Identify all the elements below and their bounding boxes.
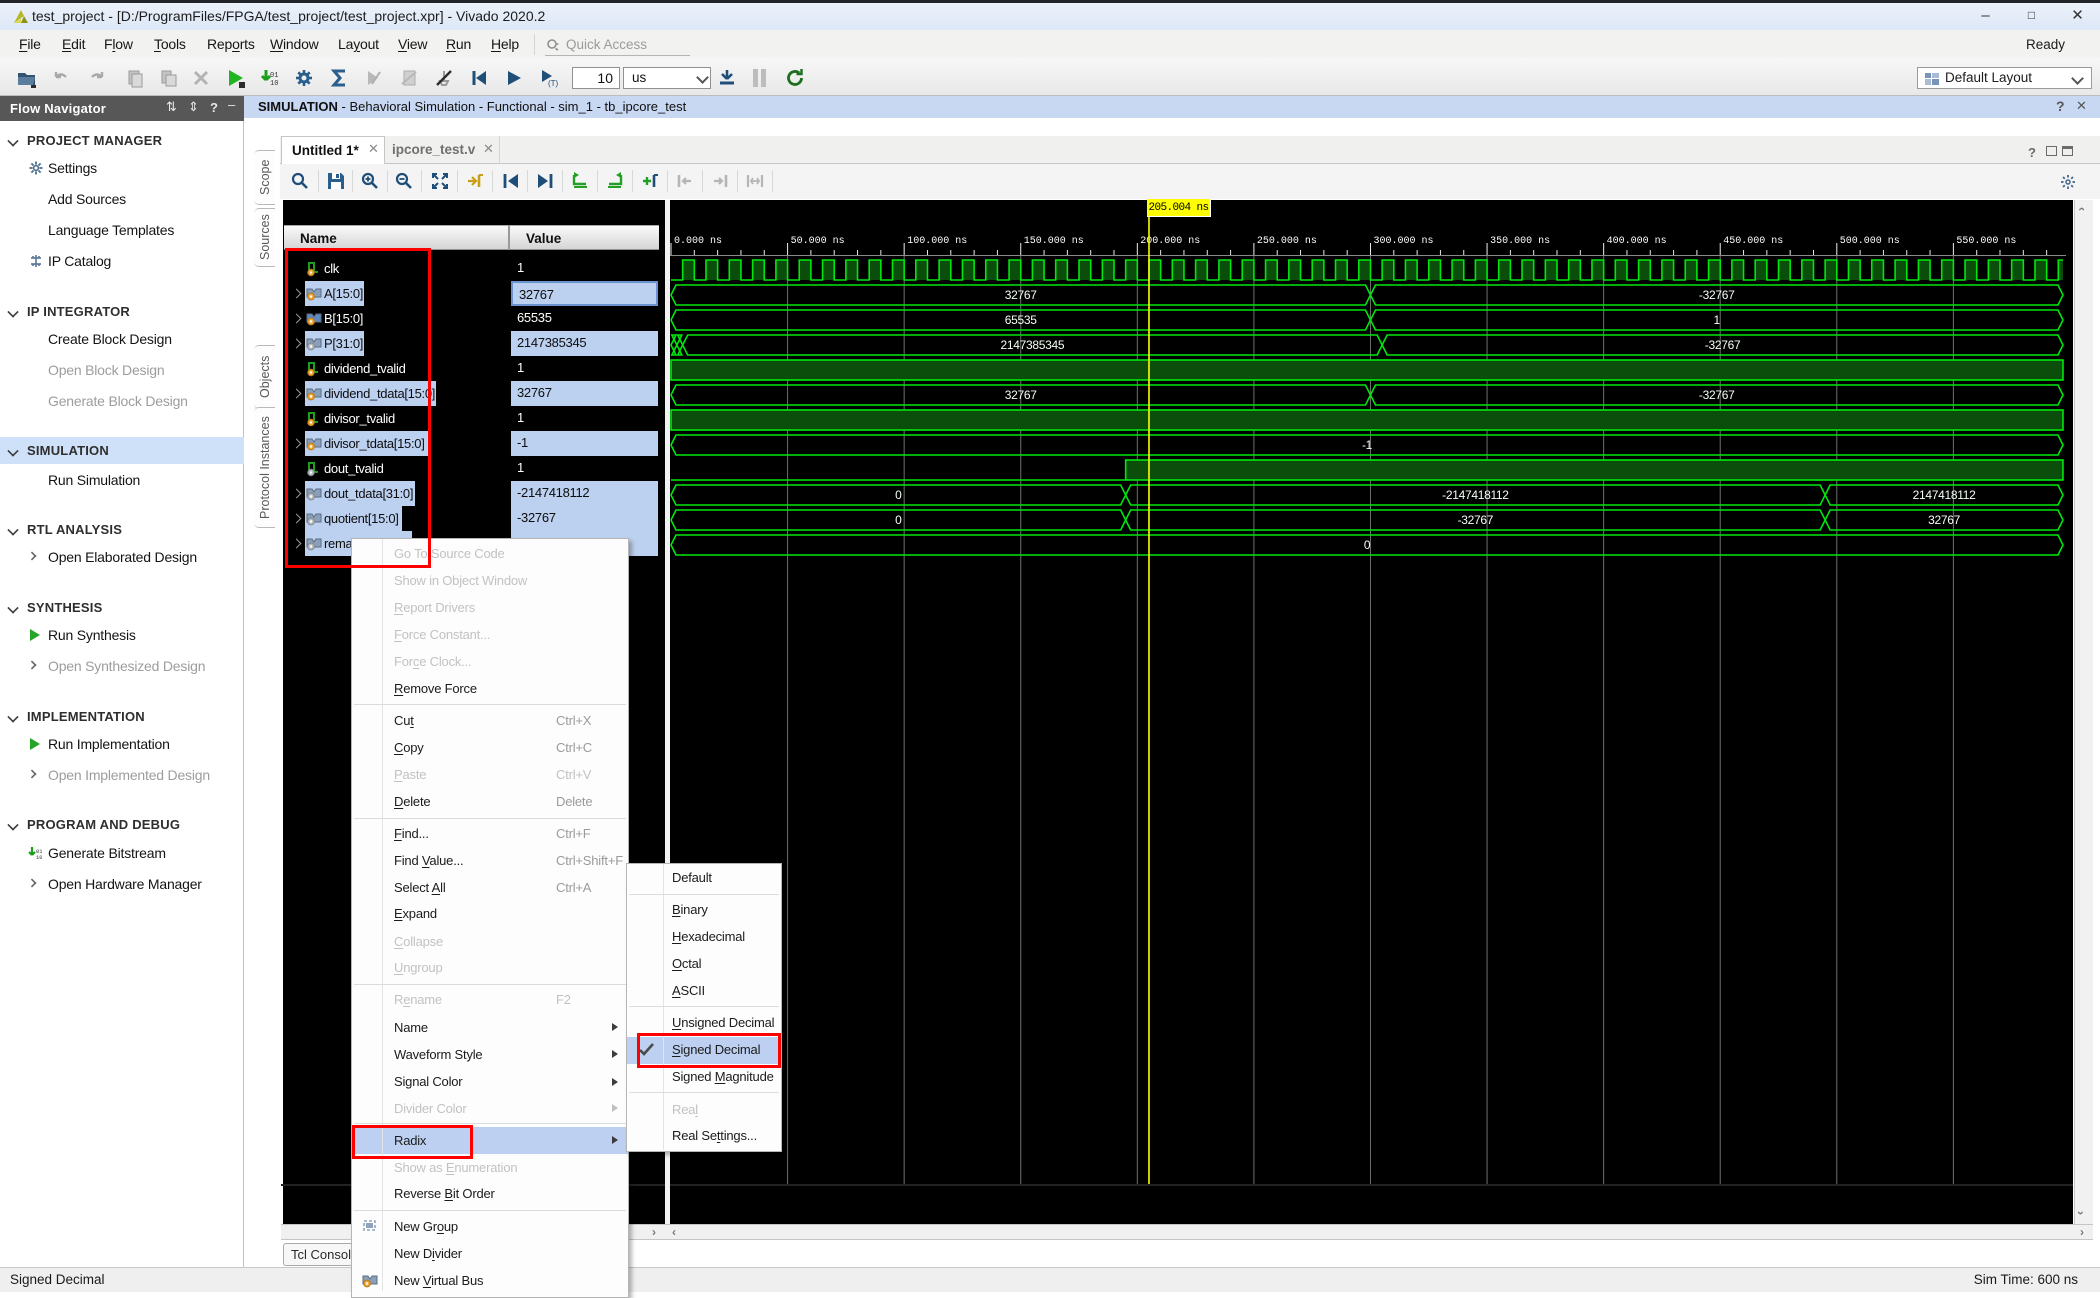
svg-text:01: 01	[270, 72, 278, 80]
svg-text:65535: 65535	[1005, 313, 1037, 327]
svg-text:150.000 ns: 150.000 ns	[1024, 236, 1084, 247]
svg-text:32767: 32767	[1928, 513, 1960, 527]
svg-text:0: 0	[895, 513, 902, 527]
svg-text:(T): (T)	[548, 79, 559, 88]
svg-text:500.000 ns: 500.000 ns	[1840, 236, 1900, 247]
svg-text:400.000 ns: 400.000 ns	[1607, 236, 1667, 247]
svg-text:32767: 32767	[1005, 388, 1037, 402]
svg-text:-2147418112: -2147418112	[1442, 488, 1509, 502]
svg-text:100.000 ns: 100.000 ns	[907, 236, 967, 247]
svg-text:-32767: -32767	[1699, 388, 1735, 402]
svg-text:-1: -1	[1362, 438, 1373, 452]
svg-text:1: 1	[1714, 313, 1721, 327]
svg-text:0.000 ns: 0.000 ns	[674, 236, 722, 247]
svg-text:2147385345: 2147385345	[1001, 338, 1065, 352]
svg-text:32767: 32767	[1005, 288, 1037, 302]
svg-text:0: 0	[1364, 538, 1371, 552]
svg-text:350.000 ns: 350.000 ns	[1490, 236, 1550, 247]
svg-text:-32767: -32767	[1699, 288, 1735, 302]
svg-text:250.000 ns: 250.000 ns	[1257, 236, 1317, 247]
svg-text:550.000 ns: 550.000 ns	[1956, 236, 2016, 247]
svg-text:0: 0	[895, 488, 902, 502]
svg-text:50.000 ns: 50.000 ns	[791, 236, 845, 247]
svg-text:-32767: -32767	[1705, 338, 1741, 352]
svg-text:10: 10	[36, 854, 42, 860]
svg-text:2147418112: 2147418112	[1913, 488, 1976, 502]
svg-text:300.000 ns: 300.000 ns	[1374, 236, 1434, 247]
svg-text:10: 10	[270, 80, 278, 88]
svg-text:-32767: -32767	[1458, 513, 1494, 527]
svg-text:450.000 ns: 450.000 ns	[1723, 236, 1783, 247]
